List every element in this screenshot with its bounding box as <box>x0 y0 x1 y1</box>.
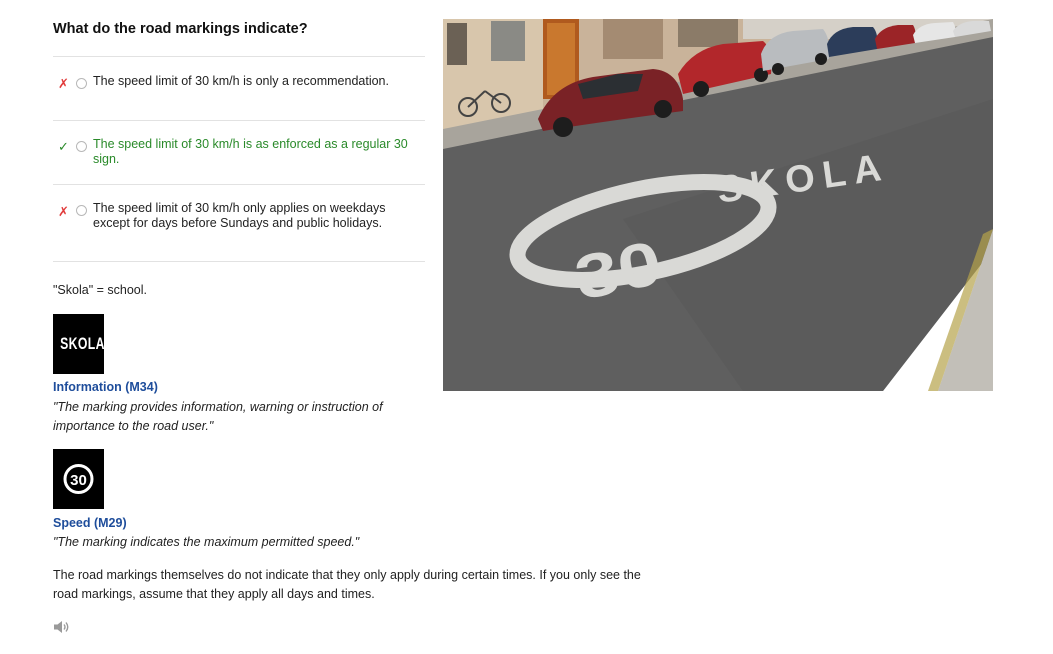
answer-radio-2[interactable] <box>76 141 87 152</box>
answer-list: ✗ The speed limit of 30 km/h is only a r… <box>53 56 425 262</box>
answer-option-2[interactable]: ✓ The speed limit of 30 km/h is as enfor… <box>53 120 425 184</box>
sign-title-info: Information (M34) <box>53 380 158 394</box>
explanation-text: The road markings themselves do not indi… <box>53 568 641 601</box>
road-marking-photo: SKOLA 30 <box>443 19 993 391</box>
answer-option-3[interactable]: ✗ The speed limit of 30 km/h only applie… <box>53 184 425 262</box>
wrong-mark-icon: ✗ <box>58 76 69 91</box>
answer-radio-3[interactable] <box>76 205 87 216</box>
check-mark-icon: ✓ <box>58 139 69 154</box>
answer-text-3: The speed limit of 30 km/h only applies … <box>93 201 386 230</box>
speed-30-sign-image: 30 <box>53 449 104 509</box>
speed-sign-graphic: 30 <box>63 464 94 494</box>
sign-glyph-skola: SKOLA <box>60 334 105 353</box>
wrong-mark-icon: ✗ <box>58 204 69 219</box>
sign-title-speed: Speed (M29) <box>53 516 127 530</box>
answer-text-2: The speed limit of 30 km/h is as enforce… <box>93 137 408 166</box>
sign-description-info: "The marking provides information, warni… <box>53 400 383 433</box>
speaker-icon[interactable] <box>53 620 71 634</box>
answer-text-1: The speed limit of 30 km/h is only a rec… <box>93 74 389 88</box>
sign-glyph-30: 30 <box>70 472 87 489</box>
answer-radio-1[interactable] <box>76 78 87 89</box>
sign-description-speed: "The marking indicates the maximum permi… <box>53 535 360 549</box>
skola-sign-image: SKOLA <box>53 314 104 374</box>
question-title: What do the road markings indicate? <box>53 21 308 37</box>
answer-option-1[interactable]: ✗ The speed limit of 30 km/h is only a r… <box>53 56 425 120</box>
translation-note: "Skola" = school. <box>53 283 147 297</box>
